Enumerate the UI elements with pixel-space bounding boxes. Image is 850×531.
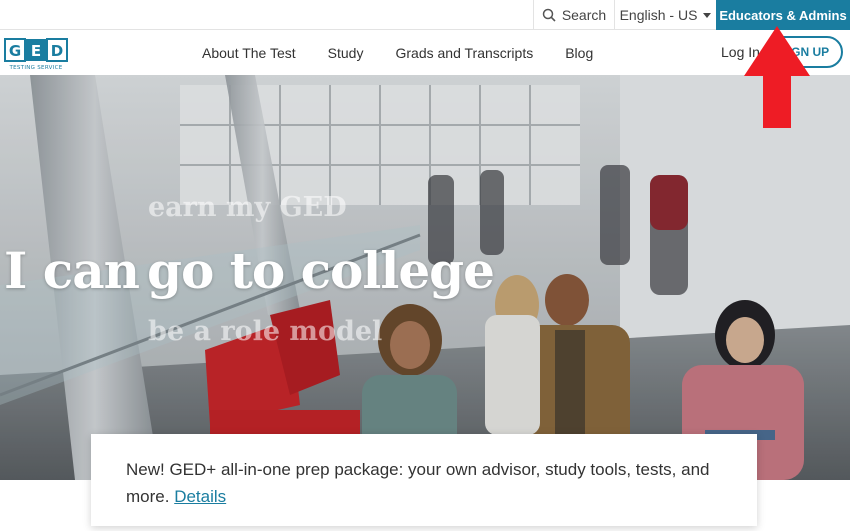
ged-logo[interactable]: G E D TESTING SERVICE [4,38,68,72]
promo-card: New! GED+ all-in-one prep package: your … [91,434,757,526]
hero-line-bottom: be a role model [148,316,383,347]
search-icon [542,8,556,22]
search-label: Search [561,7,607,23]
svg-text:E: E [31,42,41,60]
svg-text:TESTING SERVICE: TESTING SERVICE [8,65,62,71]
nav-study[interactable]: Study [328,45,364,61]
svg-text:D: D [51,42,63,60]
nav-links: About The Test Study Grads and Transcrip… [202,30,625,75]
hero-banner: earn my GED I can go to college be a rol… [0,75,850,480]
language-label: English - US [619,7,698,23]
nav-about-the-test[interactable]: About The Test [202,45,296,61]
hero-line-main-a: I can [4,241,140,300]
promo-details-link[interactable]: Details [174,487,226,506]
hero-line-main-b: go to college [147,241,495,300]
language-selector[interactable]: English - US [614,0,716,30]
red-arrow-icon [744,26,810,128]
utility-bar: Search English - US Educators & Admins [0,0,850,30]
nav-grads-and-transcripts[interactable]: Grads and Transcripts [395,45,533,61]
nav-blog[interactable]: Blog [565,45,593,61]
educators-admins-label: Educators & Admins [719,7,847,23]
main-navigation: G E D TESTING SERVICE About The Test Stu… [0,30,850,75]
caret-down-icon [703,12,712,18]
hero-line-top: earn my GED [148,192,347,223]
search-button[interactable]: Search [533,0,614,30]
svg-text:G: G [9,42,21,60]
